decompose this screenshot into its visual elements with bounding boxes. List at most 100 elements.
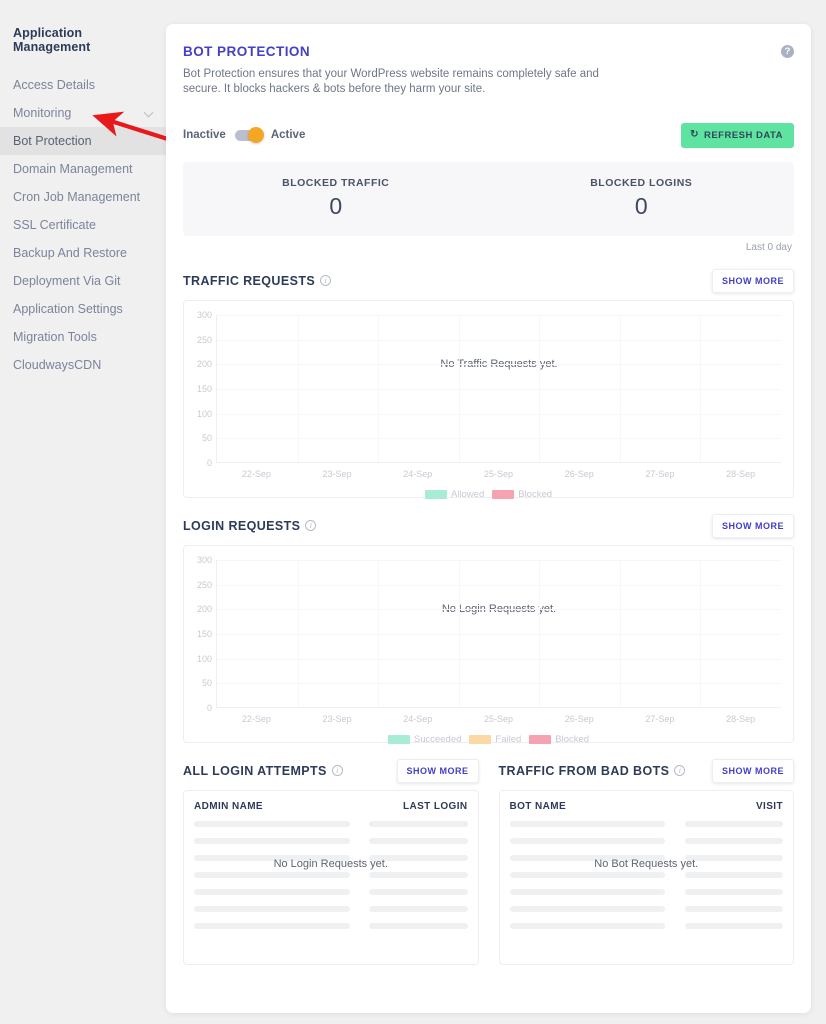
sidebar-item-access-details[interactable]: Access Details [0, 71, 168, 99]
skeleton-cell [684, 871, 783, 878]
show-more-bad-bots-button[interactable]: SHOW MORE [712, 758, 794, 783]
gridline-vertical [297, 314, 299, 462]
info-icon[interactable]: i [320, 275, 332, 287]
column-header-bot-name: BOT NAME [509, 800, 567, 812]
y-tick-label: 0 [206, 457, 212, 468]
table-skeleton-rows [194, 820, 468, 929]
gridline-horizontal [217, 633, 781, 635]
gridline-vertical [378, 314, 380, 462]
gridline-horizontal [217, 314, 781, 316]
gridline-vertical [700, 314, 702, 462]
sidebar-item-cloudwayscdn[interactable]: CloudwaysCDN [0, 351, 168, 379]
legend-item[interactable]: Blocked [529, 734, 589, 745]
section-header: ALL LOGIN ATTEMPTS i SHOW MORE [183, 758, 479, 783]
x-tick-label: 26-Sep [564, 713, 594, 724]
x-tick-label: 28-Sep [726, 713, 756, 724]
traffic-from-bad-bots-table: BOT NAME VISIT No Bot Requests yet. [498, 789, 794, 965]
gridline-horizontal [217, 339, 781, 341]
page-title: BOT PROTECTION [183, 44, 311, 59]
show-more-login-attempts-button[interactable]: SHOW MORE [396, 758, 479, 783]
table-row [194, 888, 468, 895]
skeleton-cell [369, 820, 468, 827]
table-row [509, 820, 783, 827]
y-tick-label: 150 [196, 628, 212, 639]
legend-label: Succeeded [413, 733, 462, 745]
legend-swatch [529, 734, 552, 744]
skeleton-cell [684, 820, 783, 827]
chart-inner: 300 250 200 150 100 50 0 No Traffic Requests y… [190, 309, 787, 500]
stat-value: 0 [634, 193, 648, 220]
traffic-requests-section: TRAFFIC REQUESTS i SHOW MORE 300 250 200 15… [183, 268, 794, 500]
gridline-vertical [619, 559, 621, 707]
legend-item[interactable]: Succeeded [387, 733, 462, 745]
legend-swatch [492, 489, 515, 499]
legend-swatch [469, 734, 492, 744]
sidebar-item-deployment-via-git[interactable]: Deployment Via Git [0, 267, 168, 295]
help-icon[interactable]: ? [781, 45, 794, 58]
skeleton-cell [684, 905, 783, 912]
skeleton-cell [194, 888, 350, 895]
y-tick-label: 200 [196, 604, 212, 615]
sidebar-item-application-settings[interactable]: Application Settings [0, 295, 168, 323]
y-tick-label: 100 [196, 408, 212, 419]
x-tick-label: 26-Sep [564, 468, 594, 479]
section-header: TRAFFIC FROM BAD BOTS i SHOW MORE [499, 758, 794, 783]
legend-item[interactable]: Allowed [424, 489, 484, 500]
sidebar-item-backup-and-restore[interactable]: Backup And Restore [0, 239, 168, 267]
stats-footnote: Last 0 day [745, 241, 792, 253]
info-icon[interactable]: i [331, 765, 343, 777]
sidebar-item-label: Migration Tools [13, 330, 97, 344]
stat-label: BLOCKED TRAFFIC [282, 177, 390, 190]
stats-panel: BLOCKED TRAFFIC 0 BLOCKED LOGINS 0 [183, 161, 795, 236]
bot-protection-toggle-group: Inactive Active [183, 127, 305, 144]
y-tick-label: 0 [206, 702, 212, 713]
skeleton-cell [369, 888, 468, 895]
sidebar: Application Management Access Details Mon… [0, 0, 168, 1024]
y-tick-label: 300 [196, 309, 212, 320]
login-requests-section: LOGIN REQUESTS i SHOW MORE 300 250 200 150 1… [183, 513, 794, 745]
chart-legend: Allowed Blocked [190, 489, 787, 500]
show-more-traffic-requests-button[interactable]: SHOW MORE [712, 268, 794, 293]
sidebar-title: Application Management [13, 26, 91, 54]
skeleton-cell [509, 871, 666, 878]
legend-label: Failed [495, 733, 522, 745]
x-tick-label: 24-Sep [403, 713, 433, 724]
sidebar-item-label: Deployment Via Git [13, 274, 121, 288]
bottom-tables-row: ALL LOGIN ATTEMPTS i SHOW MORE ADMIN NAM… [183, 758, 794, 965]
info-icon[interactable]: i [305, 520, 317, 532]
sidebar-item-ssl-certificate[interactable]: SSL Certificate [0, 211, 168, 239]
sidebar-item-bot-protection[interactable]: Bot Protection [0, 127, 168, 155]
gridline-horizontal [217, 559, 781, 561]
stat-blocked-logins: BLOCKED LOGINS 0 [489, 177, 795, 220]
legend-item[interactable]: Blocked [492, 489, 552, 500]
gridline-horizontal [217, 609, 781, 611]
gridline-vertical [700, 559, 702, 707]
sidebar-item-migration-tools[interactable]: Migration Tools [0, 323, 168, 351]
sidebar-item-cron-job-management[interactable]: Cron Job Management [0, 183, 168, 211]
chart-legend: Succeeded Failed Blocked [190, 734, 787, 745]
legend-label: Blocked [518, 488, 553, 500]
gridline-vertical [458, 559, 460, 707]
y-tick-label: 50 [201, 678, 212, 689]
refresh-data-button[interactable]: ↻ REFRESH DATA [681, 122, 794, 148]
sidebar-item-label: CloudwaysCDN [13, 358, 102, 372]
skeleton-cell [369, 905, 468, 912]
x-tick-label: 28-Sep [726, 468, 756, 479]
bot-protection-toggle[interactable] [234, 127, 264, 144]
chart-x-axis-labels: 22-Sep 23-Sep 24-Sep 25-Sep 26-Sep 27-Sep 28-S… [216, 714, 781, 728]
skeleton-cell [369, 837, 468, 844]
chevron-down-icon[interactable] [145, 109, 154, 118]
y-tick-label: 150 [196, 383, 212, 394]
toggle-knob [247, 127, 264, 144]
legend-item[interactable]: Failed [469, 734, 521, 745]
sidebar-item-label: SSL Certificate [13, 218, 96, 232]
sidebar-item-monitoring[interactable]: Monitoring [0, 99, 168, 127]
sidebar-item-domain-management[interactable]: Domain Management [0, 155, 168, 183]
show-more-login-requests-button[interactable]: SHOW MORE [712, 513, 794, 538]
gridline-horizontal [217, 658, 781, 660]
stat-label: BLOCKED LOGINS [590, 177, 693, 190]
skeleton-cell [509, 905, 666, 912]
info-icon[interactable]: i [674, 765, 686, 777]
table-empty-message: No Login Requests yet. [273, 857, 388, 870]
chart-plot-area: No Login Requests yet. [216, 559, 781, 708]
